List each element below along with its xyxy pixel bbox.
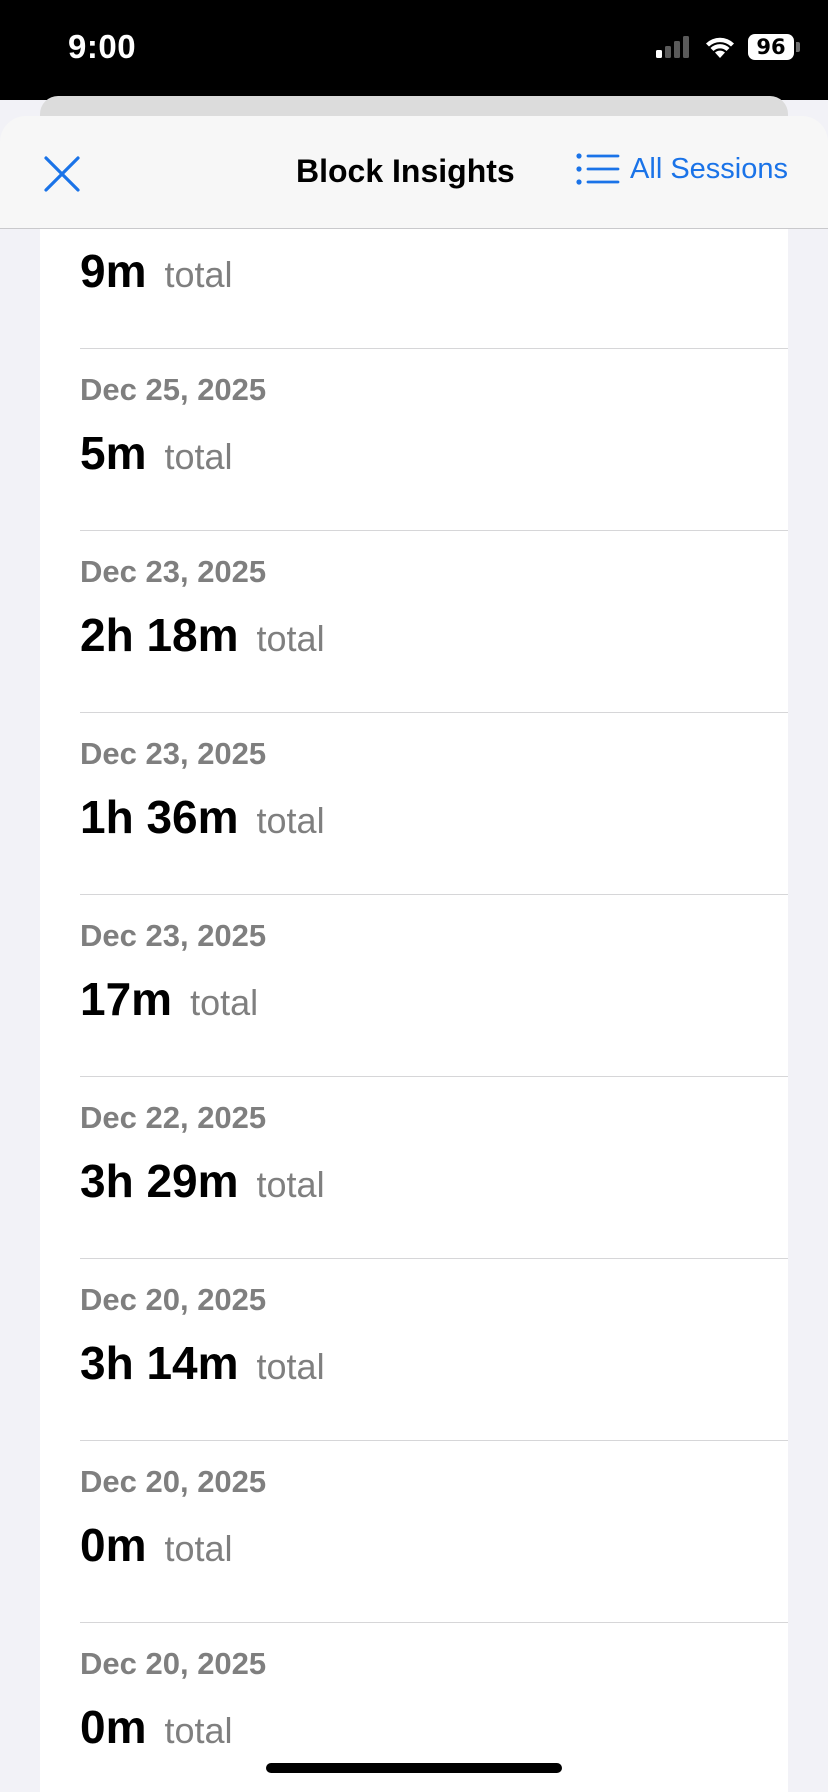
status-time: 9:00 [68, 28, 137, 65]
session-total: 0m total [80, 1518, 233, 1572]
all-sessions-button[interactable]: All Sessions [576, 152, 788, 186]
status-bar: 9:00 96 [0, 0, 828, 100]
session-duration: 1h 36m [80, 791, 239, 843]
close-button[interactable] [38, 150, 86, 198]
session-row-content: Dec 20, 2025 0m total [80, 1440, 788, 1623]
cellular-signal-icon [656, 36, 689, 58]
session-date: Dec 20, 2025 [80, 1282, 267, 1317]
session-total-label: total [190, 982, 259, 1023]
session-list[interactable]: Dec 25, 20259mtotalDec 25, 20255mtotalDe… [40, 166, 788, 1792]
session-row[interactable]: Dec 20, 2025 3h 14m total [40, 1258, 788, 1441]
page-title: Block Insights [296, 153, 515, 189]
session-duration: 17m [80, 973, 173, 1025]
session-total: 5m total [80, 426, 233, 480]
session-total: 0m total [80, 1700, 233, 1754]
session-row-content: Dec 23, 2025 17m total [80, 894, 788, 1077]
battery-indicator: 96 [748, 34, 800, 60]
session-row-content: Dec 20, 2025 3h 14m total [80, 1258, 788, 1441]
nav-bar: Block Insights All Sessions [0, 116, 828, 229]
session-duration: 9m [80, 245, 147, 297]
session-total-label: total [256, 618, 325, 659]
close-icon [44, 156, 80, 192]
session-date: Dec 20, 2025 [80, 1464, 267, 1499]
session-duration: 2h 18m [80, 609, 239, 661]
insights-sheet: Dec 25, 20259mtotalDec 25, 20255mtotalDe… [0, 116, 828, 1792]
session-date: Dec 23, 2025 [80, 554, 267, 589]
session-row[interactable]: Dec 23, 2025 17m total [40, 894, 788, 1077]
session-duration: 3h 14m [80, 1337, 239, 1389]
session-total: 3h 29m total [80, 1154, 325, 1208]
session-total-label: total [164, 254, 233, 295]
session-row[interactable]: Dec 25, 2025 5m total [40, 348, 788, 531]
session-total: 2h 18m total [80, 608, 325, 662]
list-icon [576, 153, 620, 185]
session-total-label: total [256, 1346, 325, 1387]
status-indicators: 96 [656, 34, 800, 60]
session-date: Dec 20, 2025 [80, 1646, 267, 1681]
session-row[interactable]: Dec 23, 2025 2h 18m total [40, 530, 788, 713]
session-row-content: Dec 23, 2025 2h 18m total [80, 530, 788, 713]
session-duration: 5m [80, 427, 147, 479]
session-total-label: total [164, 1528, 233, 1569]
session-row[interactable]: Dec 20, 2025 0m total [40, 1440, 788, 1623]
session-row-content: Dec 22, 2025 3h 29m total [80, 1076, 788, 1259]
session-total: 17m total [80, 972, 258, 1026]
session-date: Dec 22, 2025 [80, 1100, 267, 1135]
session-duration: 3h 29m [80, 1155, 239, 1207]
all-sessions-label: All Sessions [630, 152, 788, 185]
session-total-label: total [164, 436, 233, 477]
battery-level: 96 [756, 35, 786, 59]
session-row[interactable]: Dec 23, 2025 1h 36m total [40, 712, 788, 895]
session-total-label: total [164, 1710, 233, 1751]
session-total: 3h 14m total [80, 1336, 325, 1390]
session-row-content: Dec 25, 2025 5m total [80, 348, 788, 531]
session-date: Dec 23, 2025 [80, 918, 267, 953]
session-duration: 0m [80, 1701, 147, 1753]
session-duration: 0m [80, 1519, 147, 1571]
session-total: 9m total [80, 244, 233, 298]
session-total: 1h 36m total [80, 790, 325, 844]
session-row[interactable]: Dec 22, 2025 3h 29m total [40, 1076, 788, 1259]
session-row-content: Dec 23, 2025 1h 36m total [80, 712, 788, 895]
session-date: Dec 23, 2025 [80, 736, 267, 771]
session-total-label: total [256, 1164, 325, 1205]
session-date: Dec 25, 2025 [80, 372, 267, 407]
session-total-label: total [256, 800, 325, 841]
home-indicator[interactable] [266, 1763, 562, 1773]
wifi-icon [706, 37, 734, 58]
